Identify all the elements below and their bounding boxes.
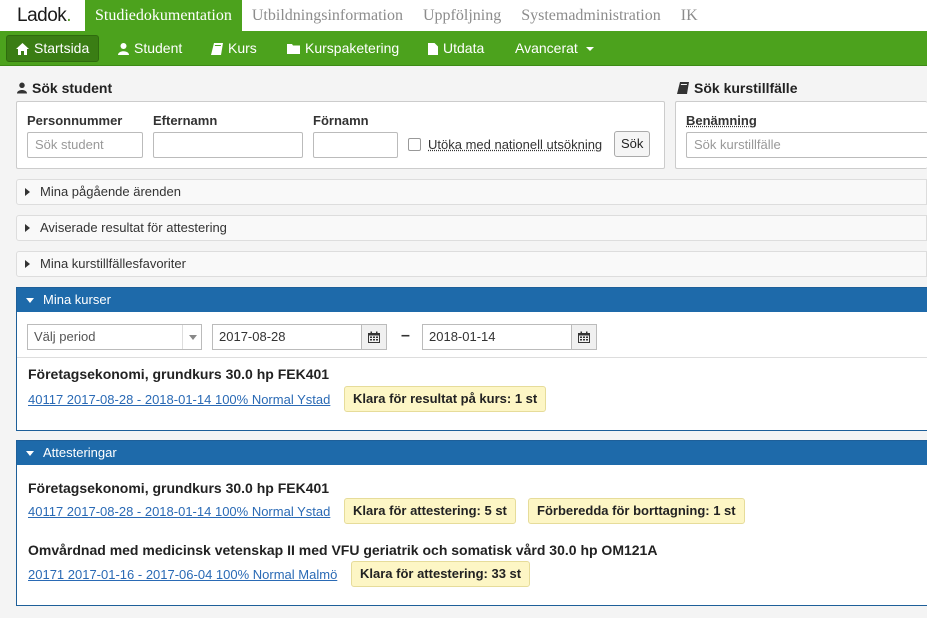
date-from-value: 2017-08-28 xyxy=(219,329,286,344)
folder-icon xyxy=(287,44,300,54)
chevron-down-icon xyxy=(26,451,34,456)
chevron-down-icon xyxy=(26,298,34,303)
student-search-title-text: Sök student xyxy=(32,80,113,96)
home-icon xyxy=(16,42,29,55)
user-icon xyxy=(17,82,27,94)
status-badge[interactable]: Förberedda för borttagning: 1 st xyxy=(528,498,745,524)
dropdown-arrow-icon xyxy=(182,325,201,349)
mina-kurser-section: Mina kurser Välj period 2017-08-28 – 201… xyxy=(16,287,927,431)
period-select-value: Välj period xyxy=(34,329,96,344)
nav-avancerat-label: Avancerat xyxy=(515,40,578,56)
attesteringar-header[interactable]: Attesteringar xyxy=(17,441,927,465)
top-tabs: Studiedokumentation Utbildningsinformati… xyxy=(85,0,708,31)
divider xyxy=(17,357,927,358)
efternamn-input[interactable] xyxy=(153,132,303,158)
tab-studiedokumentation[interactable]: Studiedokumentation xyxy=(85,0,242,31)
calendar-icon xyxy=(578,331,590,343)
calendar-button[interactable] xyxy=(571,324,597,350)
calendar-icon xyxy=(368,331,380,343)
course-instance-link[interactable]: 40117 2017-08-28 - 2018-01-14 100% Norma… xyxy=(28,504,330,519)
nav-kurs[interactable]: Kurs xyxy=(211,35,257,62)
section-kurstillfallesfavoriter[interactable]: Mina kurstillfällesfavoriter xyxy=(16,251,927,277)
student-search-panel: Personnummer Sök student Efternamn Förna… xyxy=(16,101,665,169)
search-button[interactable]: Sök xyxy=(614,131,651,157)
course-search-panel: Benämning Sök kurstillfälle xyxy=(675,101,927,169)
status-badge[interactable]: Klara för attestering: 5 st xyxy=(344,498,516,524)
section-mina-pagaende-arenden[interactable]: Mina pågående ärenden xyxy=(16,179,927,205)
ladok-logo[interactable]: Ladok. xyxy=(17,5,72,27)
nav-kurspaketering-label: Kurspaketering xyxy=(305,40,400,56)
status-badge[interactable]: Klara för resultat på kurs: 1 st xyxy=(344,386,547,412)
fornamn-label: Förnamn xyxy=(313,113,369,128)
section-label: Mina pågående ärenden xyxy=(40,184,181,199)
course-search-title-text: Sök kurstillfälle xyxy=(694,80,798,96)
user-icon xyxy=(118,42,129,55)
chevron-right-icon xyxy=(25,188,30,196)
calendar-button[interactable] xyxy=(361,324,387,350)
fornamn-input[interactable] xyxy=(313,132,398,158)
attesteringar-section: Attesteringar Företagsekonomi, grundkurs… xyxy=(16,440,927,606)
course-search-title: Sök kurstillfälle xyxy=(677,80,797,96)
tab-uppfoljning[interactable]: Uppföljning xyxy=(413,0,511,31)
personnummer-label: Personnummer xyxy=(27,113,123,128)
nav-startsida[interactable]: Startsida xyxy=(6,35,100,62)
nav-student-label: Student xyxy=(134,40,183,56)
chevron-down-icon xyxy=(585,46,594,51)
efternamn-label: Efternamn xyxy=(153,113,218,128)
student-search-title: Sök student xyxy=(17,80,112,96)
course-title: Företagsekonomi, grundkurs 30.0 hp FEK40… xyxy=(28,366,330,382)
personnummer-input[interactable]: Sök student xyxy=(27,132,143,158)
chevron-right-icon xyxy=(25,224,30,232)
date-range-separator: – xyxy=(401,327,410,344)
tab-systemadministration[interactable]: Systemadministration xyxy=(511,0,671,31)
period-select[interactable]: Välj period xyxy=(27,324,202,350)
book-icon xyxy=(677,82,689,94)
national-search-label[interactable]: Utöka med nationell utsökning xyxy=(428,137,602,152)
benamning-label: Benämning xyxy=(686,113,757,128)
attesteringar-title: Attesteringar xyxy=(43,445,117,460)
date-to-input[interactable]: 2018-01-14 xyxy=(422,324,597,350)
tab-ik[interactable]: IK xyxy=(671,0,708,31)
date-from-input[interactable]: 2017-08-28 xyxy=(212,324,387,350)
course-title: Omvårdnad med medicinsk vetenskap II med… xyxy=(28,542,658,558)
file-icon xyxy=(428,42,438,55)
course-instance-link[interactable]: 40117 2017-08-28 - 2018-01-14 100% Norma… xyxy=(28,392,330,407)
nav-student[interactable]: Student xyxy=(118,35,182,62)
nav-kurspaketering[interactable]: Kurspaketering xyxy=(287,35,399,62)
nav-utdata-label: Utdata xyxy=(443,40,485,56)
date-to-value: 2018-01-14 xyxy=(429,329,496,344)
nav-kurs-label: Kurs xyxy=(228,40,257,56)
nav-utdata[interactable]: Utdata xyxy=(428,35,484,62)
book-icon xyxy=(211,42,223,55)
national-search-checkbox[interactable] xyxy=(408,138,421,151)
nav-startsida-label: Startsida xyxy=(34,40,90,56)
top-bar: Ladok. Studiedokumentation Utbildningsin… xyxy=(0,0,927,31)
tab-utbildningsinformation[interactable]: Utbildningsinformation xyxy=(242,0,413,31)
course-search-input[interactable]: Sök kurstillfälle xyxy=(686,132,927,158)
status-badge[interactable]: Klara för attestering: 33 st xyxy=(351,561,531,587)
course-instance-link[interactable]: 20171 2017-01-16 - 2017-06-04 100% Norma… xyxy=(28,567,337,582)
section-label: Aviserade resultat för attestering xyxy=(40,220,227,235)
mina-kurser-title: Mina kurser xyxy=(43,292,111,307)
section-label: Mina kurstillfällesfavoriter xyxy=(40,256,186,271)
course-title: Företagsekonomi, grundkurs 30.0 hp FEK40… xyxy=(28,480,330,496)
nav-avancerat[interactable]: Avancerat xyxy=(515,35,594,62)
section-aviserade-resultat[interactable]: Aviserade resultat för attestering xyxy=(16,215,927,241)
chevron-right-icon xyxy=(25,260,30,268)
mina-kurser-header[interactable]: Mina kurser xyxy=(17,288,927,312)
main-nav: Startsida Student Kurs Kurspaketering Ut… xyxy=(0,31,927,66)
